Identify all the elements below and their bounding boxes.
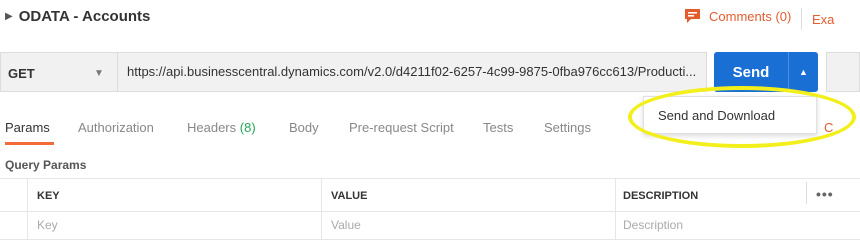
tab-tests[interactable]: Tests <box>483 120 513 135</box>
tab-label: Headers <box>187 120 237 135</box>
tab-body[interactable]: Body <box>289 120 319 135</box>
send-options-button[interactable]: ▲ <box>788 52 818 92</box>
tab-params[interactable]: Params <box>5 120 50 135</box>
tab-headers[interactable]: Headers (8) <box>187 120 256 135</box>
comments-label: Comments (0) <box>709 8 792 24</box>
headers-count-badge: (8) <box>239 120 256 135</box>
column-header-key: KEY <box>37 190 60 202</box>
tab-authorization[interactable]: Authorization <box>78 120 154 135</box>
description-input[interactable]: Description <box>623 218 683 232</box>
expand-caret-icon[interactable]: ▶ <box>5 11 13 22</box>
column-divider <box>27 178 28 240</box>
more-options-icon[interactable]: ••• <box>816 186 834 202</box>
highlight-annotation <box>628 86 856 148</box>
tab-label: Settings <box>544 120 591 135</box>
tab-label: Body <box>289 120 319 135</box>
save-button[interactable] <box>826 52 860 92</box>
tab-pre-request-script[interactable]: Pre-request Script <box>349 120 454 135</box>
table-divider <box>0 239 860 240</box>
header-divider <box>801 8 802 30</box>
column-divider <box>321 178 322 240</box>
chevron-down-icon[interactable]: ▼ <box>94 68 104 79</box>
url-value: https://api.businesscentral.dynamics.com… <box>127 64 697 79</box>
more-divider <box>806 182 807 204</box>
tab-label: Tests <box>483 120 514 135</box>
column-header-description: DESCRIPTION <box>623 190 699 202</box>
table-divider <box>0 178 860 179</box>
examples-link[interactable]: Exa <box>812 12 834 27</box>
query-params-title: Query Params <box>5 158 87 172</box>
tab-label: Params <box>5 120 50 135</box>
table-divider <box>0 211 860 212</box>
value-input[interactable]: Value <box>331 218 361 232</box>
collection-title[interactable]: ▶ ODATA - Accounts <box>5 8 150 25</box>
column-header-value: VALUE <box>331 190 368 202</box>
tab-settings[interactable]: Settings <box>544 120 591 135</box>
key-input[interactable]: Key <box>37 218 58 232</box>
tab-label: Pre-request Script <box>349 120 454 135</box>
comments-button[interactable]: Comments (0) <box>684 8 791 24</box>
tab-label: Authorization <box>78 120 154 135</box>
caret-up-icon: ▲ <box>799 67 808 77</box>
collection-name: ODATA - Accounts <box>18 8 151 25</box>
active-tab-indicator <box>5 142 54 145</box>
column-divider <box>615 178 616 240</box>
comment-icon <box>684 8 701 24</box>
method-value: GET <box>8 66 35 81</box>
